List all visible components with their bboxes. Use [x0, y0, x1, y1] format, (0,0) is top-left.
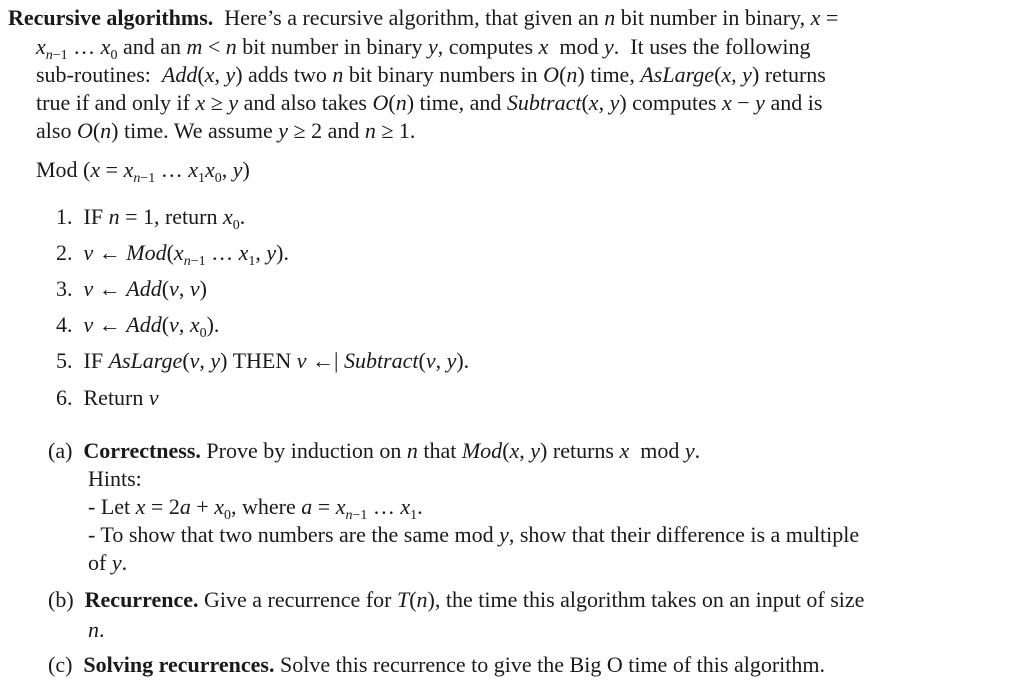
part-b-label: (b)	[48, 587, 74, 612]
intro-line-4: true if and only if x ≥ y and also takes…	[36, 90, 823, 115]
algorithm-step-1: 1. IF n = 1, return x0.	[56, 204, 246, 233]
document-page: Recursive algorithms. Here’s a recursive…	[0, 0, 1024, 692]
part-c-title: Solving recurrences.	[83, 652, 275, 677]
hints-label: Hints:	[88, 466, 142, 491]
algorithm-signature: Mod (x = xn−1 … x1x0, y)	[36, 157, 250, 186]
hint-2-line-1: - To show that two numbers are the same …	[88, 522, 860, 547]
part-b-continuation: n.	[88, 617, 105, 642]
part-a: (a) Correctness. Prove by induction on n…	[48, 438, 701, 463]
part-b-title: Recurrence.	[84, 587, 199, 612]
algorithm-step-5: 5. IF AsLarge(v, y) THEN v ←| Subtract(v…	[56, 348, 470, 373]
part-a-label: (a)	[48, 438, 73, 463]
section-heading: Recursive algorithms.	[8, 5, 214, 30]
part-b: (b) Recurrence. Give a recurrence for T(…	[48, 587, 865, 612]
intro-line-3: sub-routines: Add(x, y) adds two n bit b…	[36, 62, 826, 87]
algorithm-step-4: 4. v ← Add(v, x0).	[56, 312, 220, 341]
part-c: (c) Solving recurrences. Solve this recu…	[48, 651, 825, 679]
algorithm-step-6: 6. Return v	[56, 385, 159, 410]
algorithm-step-2: 2. v ← Mod(xn−1 … x1, y).	[56, 240, 289, 269]
hint-2-line-2: of y.	[88, 550, 128, 575]
algorithm-step-3: 3. v ← Add(v, v)	[56, 276, 207, 301]
part-c-label: (c)	[48, 652, 73, 677]
intro-text-1: Here’s a recursive algorithm, that given…	[218, 5, 839, 30]
intro-line-1: Recursive algorithms. Here’s a recursive…	[8, 4, 838, 32]
part-c-text: Solve this recurrence to give the Big O …	[279, 652, 825, 677]
part-a-title: Correctness.	[83, 438, 201, 463]
intro-line-5: also O(n) time. We assume y ≥ 2 and n ≥ …	[36, 118, 416, 143]
